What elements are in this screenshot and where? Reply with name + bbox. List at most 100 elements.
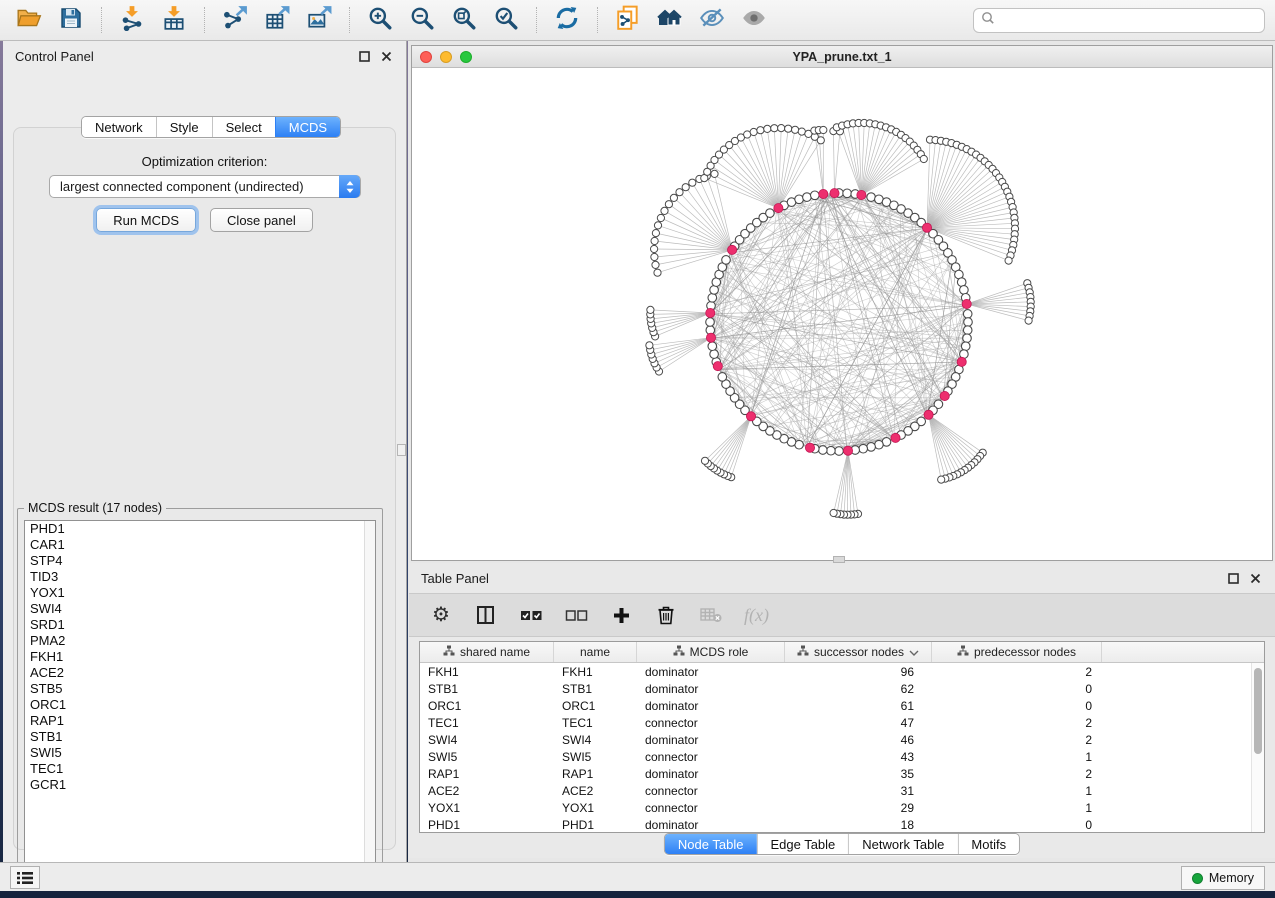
table-row[interactable]: RAP1RAP1dominator352 <box>420 765 1264 782</box>
network-dominator-node[interactable] <box>713 362 722 371</box>
run-mcds-button[interactable]: Run MCDS <box>96 208 196 232</box>
list-scrollbar-track[interactable] <box>364 521 375 871</box>
network-leaf-node[interactable] <box>652 230 659 237</box>
table-cell[interactable]: 29 <box>785 801 932 815</box>
export-table-button[interactable] <box>258 3 296 37</box>
network-edge[interactable] <box>716 362 784 439</box>
table-cell[interactable]: PHD1 <box>554 818 637 832</box>
table-cell[interactable]: RAP1 <box>554 767 637 781</box>
network-node[interactable] <box>961 342 970 351</box>
network-dominator-node[interactable] <box>830 189 839 198</box>
table-cell[interactable]: SWI5 <box>554 750 637 764</box>
table-cell[interactable]: TEC1 <box>420 716 554 730</box>
network-leaf-node[interactable] <box>654 269 661 276</box>
network-leaf-node[interactable] <box>689 179 696 186</box>
search-input[interactable] <box>1000 12 1257 29</box>
table-scrollbar[interactable] <box>1251 663 1264 832</box>
table-cell[interactable]: dominator <box>637 665 785 679</box>
table-cell[interactable]: 1 <box>932 750 1102 764</box>
table-cell[interactable]: 62 <box>785 682 932 696</box>
network-dominator-node[interactable] <box>957 357 966 366</box>
table-cell[interactable]: TEC1 <box>554 716 637 730</box>
network-edge[interactable] <box>653 338 711 359</box>
mcds-result-item[interactable]: SRD1 <box>25 617 375 633</box>
mcds-result-item[interactable]: STB5 <box>25 681 375 697</box>
network-edge[interactable] <box>967 288 1029 304</box>
float-table-panel-button[interactable] <box>1225 571 1241 585</box>
function-builder-button[interactable]: f(x) <box>744 601 769 629</box>
network-node[interactable] <box>722 256 731 265</box>
mcds-result-item[interactable]: STP4 <box>25 553 375 569</box>
network-leaf-node[interactable] <box>657 214 664 221</box>
network-edge[interactable] <box>929 415 958 475</box>
show-columns-button[interactable] <box>474 601 498 629</box>
network-dominator-node[interactable] <box>962 299 971 308</box>
table-cell[interactable]: 1 <box>932 801 1102 815</box>
network-node[interactable] <box>827 446 836 455</box>
network-leaf-node[interactable] <box>1005 257 1012 264</box>
network-leaf-node[interactable] <box>661 207 668 214</box>
network-leaf-node[interactable] <box>1025 317 1032 324</box>
network-edge[interactable] <box>655 241 733 250</box>
table-row[interactable]: TEC1TEC1connector472 <box>420 714 1264 731</box>
table-cell[interactable]: ACE2 <box>420 784 554 798</box>
network-leaf-node[interactable] <box>785 125 792 132</box>
zoom-selected-button[interactable] <box>487 3 525 37</box>
network-node[interactable] <box>963 310 972 319</box>
network-dominator-node[interactable] <box>843 446 852 455</box>
tab-motifs[interactable]: Motifs <box>957 834 1019 854</box>
network-edge[interactable] <box>741 138 779 209</box>
network-leaf-node[interactable] <box>750 128 757 135</box>
network-edge[interactable] <box>655 338 712 364</box>
save-session-button[interactable] <box>52 3 90 37</box>
table-cell[interactable]: dominator <box>637 733 785 747</box>
export-image-button[interactable] <box>300 3 338 37</box>
network-leaf-node[interactable] <box>792 126 799 133</box>
network-leaf-node[interactable] <box>665 201 672 208</box>
table-cell[interactable]: 43 <box>785 750 932 764</box>
network-edge[interactable] <box>699 179 732 250</box>
network-edge[interactable] <box>665 211 733 250</box>
table-cell[interactable]: ORC1 <box>420 699 554 713</box>
table-cell[interactable]: connector <box>637 716 785 730</box>
table-cell[interactable]: STB1 <box>554 682 637 696</box>
table-cell[interactable]: 31 <box>785 784 932 798</box>
network-leaf-node[interactable] <box>652 261 659 268</box>
network-leaf-node[interactable] <box>771 125 778 132</box>
network-leaf-node[interactable] <box>682 184 689 191</box>
network-leaf-node[interactable] <box>647 306 654 313</box>
zoom-in-button[interactable] <box>361 3 399 37</box>
mcds-result-item[interactable]: GCR1 <box>25 777 375 793</box>
table-cell[interactable]: 35 <box>785 767 932 781</box>
network-edge[interactable] <box>650 310 710 313</box>
table-cell[interactable]: FKH1 <box>554 665 637 679</box>
network-dominator-node[interactable] <box>819 189 828 198</box>
network-leaf-node[interactable] <box>651 253 658 260</box>
network-dominator-node[interactable] <box>706 333 715 342</box>
table-cell[interactable]: SWI4 <box>420 733 554 747</box>
tab-network[interactable]: Network <box>82 117 156 137</box>
network-dominator-node[interactable] <box>805 443 814 452</box>
network-node[interactable] <box>835 447 844 456</box>
column-header-name[interactable]: name <box>554 642 637 662</box>
network-leaf-node[interactable] <box>938 476 945 483</box>
show-panels-button[interactable] <box>10 866 40 889</box>
network-leaf-node[interactable] <box>817 137 824 144</box>
network-edge[interactable] <box>861 146 913 195</box>
table-row[interactable]: STB1STB1dominator620 <box>420 680 1264 697</box>
memory-button[interactable]: Memory <box>1181 866 1265 890</box>
hide-selected-button[interactable] <box>693 3 731 37</box>
mcds-result-item[interactable]: TEC1 <box>25 761 375 777</box>
import-network-button[interactable] <box>113 3 151 37</box>
network-leaf-node[interactable] <box>676 189 683 196</box>
table-cell[interactable]: 2 <box>932 767 1102 781</box>
table-cell[interactable]: YOX1 <box>554 801 637 815</box>
table-cell[interactable]: dominator <box>637 682 785 696</box>
network-leaf-node[interactable] <box>757 127 764 134</box>
table-cell[interactable]: 0 <box>932 818 1102 832</box>
network-dominator-node[interactable] <box>924 410 933 419</box>
network-edge[interactable] <box>842 126 861 195</box>
network-edge[interactable] <box>929 415 954 476</box>
table-cell[interactable]: connector <box>637 801 785 815</box>
network-leaf-node[interactable] <box>646 342 653 349</box>
